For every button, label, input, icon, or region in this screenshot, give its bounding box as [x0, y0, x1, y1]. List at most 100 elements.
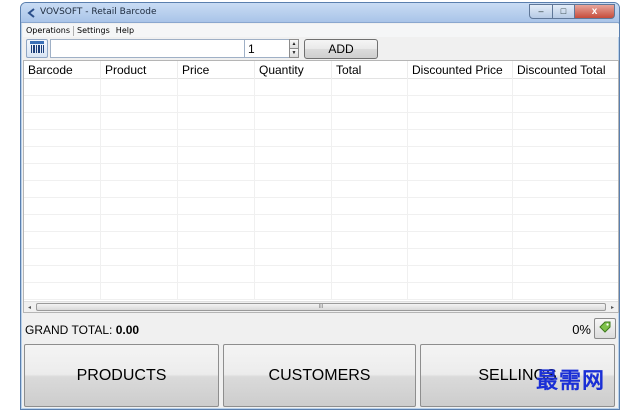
table-cell[interactable] [332, 266, 408, 283]
close-button[interactable]: x [575, 4, 615, 19]
column-header-barcode[interactable]: Barcode [24, 61, 101, 79]
table-cell[interactable] [24, 164, 101, 181]
table-cell[interactable] [178, 79, 255, 96]
table-cell[interactable] [408, 249, 513, 266]
table-cell[interactable] [255, 198, 332, 215]
minimize-button[interactable]: – [529, 4, 553, 19]
table-cell[interactable] [332, 232, 408, 249]
table-cell[interactable] [101, 215, 178, 232]
table-cell[interactable] [408, 130, 513, 147]
column-header-product[interactable]: Product [101, 61, 178, 79]
menu-operations[interactable]: Operations [23, 26, 73, 35]
table-cell[interactable] [101, 147, 178, 164]
table-cell[interactable] [513, 147, 618, 164]
quantity-down-button[interactable]: ▼ [289, 49, 299, 58]
table-row[interactable] [24, 96, 618, 113]
table-cell[interactable] [101, 283, 178, 300]
table-cell[interactable] [408, 232, 513, 249]
table-cell[interactable] [24, 198, 101, 215]
column-header-quantity[interactable]: Quantity [255, 61, 332, 79]
table-cell[interactable] [24, 79, 101, 96]
table-cell[interactable] [178, 181, 255, 198]
table-cell[interactable] [255, 232, 332, 249]
horizontal-scrollbar[interactable]: ◂ III ▸ [24, 301, 618, 312]
table-row[interactable] [24, 198, 618, 215]
barcode-scanner-button[interactable] [26, 39, 48, 58]
table-cell[interactable] [513, 181, 618, 198]
table-cell[interactable] [178, 249, 255, 266]
table-cell[interactable] [24, 113, 101, 130]
column-header-discounted-total[interactable]: Discounted Total [513, 61, 618, 79]
table-cell[interactable] [408, 164, 513, 181]
table-cell[interactable] [178, 232, 255, 249]
table-cell[interactable] [24, 130, 101, 147]
table-cell[interactable] [101, 164, 178, 181]
table-row[interactable] [24, 249, 618, 266]
table-cell[interactable] [24, 96, 101, 113]
table-cell[interactable] [408, 215, 513, 232]
table-cell[interactable] [24, 266, 101, 283]
table-cell[interactable] [408, 96, 513, 113]
table-row[interactable] [24, 79, 618, 96]
table-cell[interactable] [101, 249, 178, 266]
grid-body[interactable] [24, 79, 618, 301]
column-header-price[interactable]: Price [178, 61, 255, 79]
barcode-input[interactable] [50, 39, 245, 58]
table-cell[interactable] [101, 181, 178, 198]
table-cell[interactable] [255, 130, 332, 147]
table-cell[interactable] [332, 130, 408, 147]
table-cell[interactable] [513, 113, 618, 130]
scroll-thumb[interactable]: III [36, 303, 606, 311]
table-cell[interactable] [255, 147, 332, 164]
table-cell[interactable] [332, 147, 408, 164]
table-cell[interactable] [178, 96, 255, 113]
table-cell[interactable] [513, 96, 618, 113]
table-cell[interactable] [408, 79, 513, 96]
table-cell[interactable] [24, 181, 101, 198]
table-cell[interactable] [332, 249, 408, 266]
table-cell[interactable] [255, 181, 332, 198]
table-cell[interactable] [255, 215, 332, 232]
table-cell[interactable] [178, 164, 255, 181]
table-row[interactable] [24, 266, 618, 283]
table-cell[interactable] [178, 130, 255, 147]
menu-settings[interactable]: Settings [74, 26, 113, 35]
table-cell[interactable] [101, 266, 178, 283]
table-cell[interactable] [332, 198, 408, 215]
scroll-right-button[interactable]: ▸ [607, 302, 618, 312]
table-cell[interactable] [178, 147, 255, 164]
table-cell[interactable] [101, 79, 178, 96]
table-row[interactable] [24, 232, 618, 249]
table-cell[interactable] [513, 249, 618, 266]
table-cell[interactable] [332, 79, 408, 96]
table-cell[interactable] [513, 283, 618, 300]
column-header-total[interactable]: Total [332, 61, 408, 79]
table-cell[interactable] [332, 283, 408, 300]
table-row[interactable] [24, 164, 618, 181]
table-cell[interactable] [24, 232, 101, 249]
table-cell[interactable] [513, 215, 618, 232]
table-cell[interactable] [332, 113, 408, 130]
table-cell[interactable] [408, 283, 513, 300]
table-cell[interactable] [332, 181, 408, 198]
table-cell[interactable] [178, 266, 255, 283]
table-cell[interactable] [255, 249, 332, 266]
table-cell[interactable] [408, 181, 513, 198]
quantity-up-button[interactable]: ▲ [289, 39, 299, 49]
title-bar[interactable]: VOVSOFT - Retail Barcode – □ x [21, 3, 619, 23]
table-row[interactable] [24, 215, 618, 232]
table-cell[interactable] [101, 130, 178, 147]
table-cell[interactable] [178, 198, 255, 215]
scroll-left-button[interactable]: ◂ [24, 302, 35, 312]
column-header-discounted-price[interactable]: Discounted Price [408, 61, 513, 79]
table-row[interactable] [24, 113, 618, 130]
table-cell[interactable] [408, 198, 513, 215]
table-cell[interactable] [513, 266, 618, 283]
table-cell[interactable] [178, 113, 255, 130]
table-cell[interactable] [408, 147, 513, 164]
table-cell[interactable] [178, 283, 255, 300]
table-cell[interactable] [332, 215, 408, 232]
table-cell[interactable] [408, 113, 513, 130]
items-grid[interactable]: Barcode Product Price Quantity Total Dis… [23, 60, 619, 313]
table-cell[interactable] [24, 147, 101, 164]
